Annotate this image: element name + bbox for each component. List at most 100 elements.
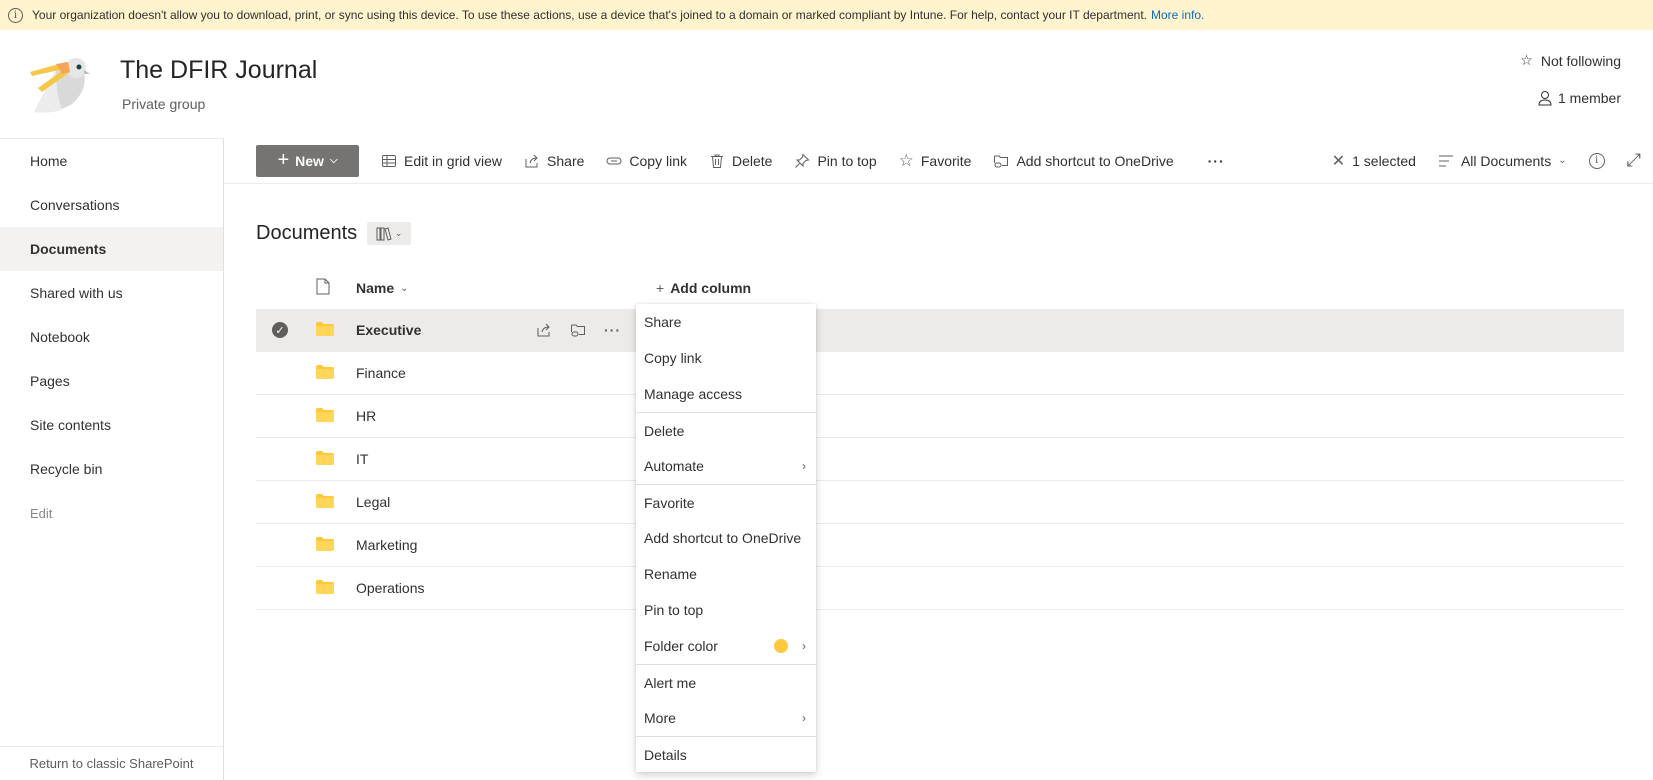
nav-item-notebook[interactable]: Notebook <box>0 315 223 359</box>
folder-name[interactable]: IT <box>356 451 368 467</box>
menu-label: Alert me <box>644 674 697 691</box>
menu-item-manage-access[interactable]: Manage access <box>636 376 816 412</box>
file-type-icon <box>316 278 330 295</box>
nav-item-shared-with-us[interactable]: Shared with us <box>0 271 223 315</box>
edit-grid-button[interactable]: Edit in grid view <box>381 153 502 169</box>
folder-name[interactable]: HR <box>356 408 376 424</box>
table-row[interactable]: HR <box>256 395 1624 438</box>
members-button[interactable]: 1 member <box>1538 90 1621 106</box>
plus-icon: + <box>277 149 290 171</box>
folder-name[interactable]: Legal <box>356 494 390 510</box>
menu-item-automate[interactable]: Automate › <box>636 448 816 484</box>
add-column-label: Add column <box>670 280 752 296</box>
delete-button[interactable]: Delete <box>709 153 772 169</box>
return-classic-link[interactable]: Return to classic SharePoint <box>0 746 223 780</box>
menu-item-more[interactable]: More › <box>636 700 816 736</box>
trash-icon <box>711 154 723 168</box>
menu-label: Favorite <box>644 494 695 511</box>
menu-item-folder-color[interactable]: Folder color › <box>636 628 816 664</box>
new-button[interactable]: + New ⌵ <box>256 144 359 177</box>
library-icon <box>376 226 392 241</box>
plus-icon: + <box>656 280 665 296</box>
name-header-label: Name <box>356 280 395 296</box>
copy-link-label: Copy link <box>629 152 687 169</box>
site-subtitle: Private group <box>122 96 206 112</box>
clear-selection-button[interactable]: ✕ 1 selected <box>1332 151 1416 171</box>
compliance-banner: i Your organization doesn't allow you to… <box>0 0 1653 30</box>
nav-label: Pages <box>30 373 70 389</box>
nav-edit-link[interactable]: Edit <box>0 491 223 535</box>
banner-message: Your organization doesn't allow you to d… <box>32 8 1147 22</box>
menu-item-share[interactable]: Share <box>636 304 816 340</box>
table-row[interactable]: Operations <box>256 567 1624 610</box>
edit-grid-label: Edit in grid view <box>404 152 503 169</box>
nav-label: Shared with us <box>30 285 123 301</box>
expand-icon[interactable]: ⤢ <box>1627 150 1641 171</box>
person-icon <box>1538 91 1552 106</box>
more-options-button[interactable]: ··· <box>1208 153 1225 169</box>
more-info-link[interactable]: More info. <box>1151 8 1204 22</box>
nav-label: Home <box>30 153 68 169</box>
menu-label: Details <box>644 746 687 763</box>
more-actions-icon[interactable]: ··· <box>604 322 621 338</box>
nav-item-pages[interactable]: Pages <box>0 359 223 403</box>
menu-item-details[interactable]: Details <box>636 736 816 772</box>
view-selector[interactable]: All Documents ⌄ <box>1438 153 1567 169</box>
folder-name[interactable]: Finance <box>356 365 406 381</box>
table-row[interactable]: Finance <box>256 352 1624 395</box>
chevron-down-icon: ⌄ <box>400 282 409 294</box>
folder-icon <box>316 494 334 508</box>
folder-name[interactable]: Operations <box>356 580 424 596</box>
chevron-down-icon: ⌄ <box>1558 155 1567 166</box>
chevron-right-icon: › <box>802 459 806 473</box>
new-label: New <box>295 152 324 169</box>
pin-icon <box>795 152 810 168</box>
add-shortcut-label: Add shortcut to OneDrive <box>1016 152 1174 169</box>
library-view-switcher[interactable]: ⌄ <box>367 222 412 245</box>
nav-label: Site contents <box>30 417 111 433</box>
menu-item-add-shortcut[interactable]: Add shortcut to OneDrive <box>636 520 816 556</box>
menu-item-delete[interactable]: Delete <box>636 412 816 448</box>
nav-item-site-contents[interactable]: Site contents <box>0 403 223 447</box>
share-label: Share <box>547 152 585 169</box>
chevron-down-icon: ⌄ <box>394 228 403 238</box>
share-icon[interactable] <box>536 322 552 338</box>
table-row[interactable]: Marketing <box>256 524 1624 567</box>
info-icon: i <box>8 7 23 23</box>
add-column-button[interactable]: + Add column <box>656 280 751 296</box>
menu-item-copy-link[interactable]: Copy link <box>636 340 816 376</box>
folder-icon <box>316 365 334 379</box>
share-button[interactable]: Share <box>524 153 584 169</box>
members-label: 1 member <box>1557 90 1621 106</box>
table-row[interactable]: Legal <box>256 481 1624 524</box>
copy-link-button[interactable]: Copy link <box>606 153 687 169</box>
folder-icon <box>316 580 334 594</box>
menu-item-alert-me[interactable]: Alert me <box>636 664 816 700</box>
info-pane-button[interactable]: i <box>1588 152 1605 169</box>
list-header: Name ⌄ + Add column <box>256 268 1624 308</box>
folder-name[interactable]: Executive <box>356 322 421 338</box>
pin-to-top-button[interactable]: Pin to top <box>794 152 877 169</box>
table-row[interactable]: IT <box>256 438 1624 481</box>
menu-item-rename[interactable]: Rename <box>636 556 816 592</box>
add-shortcut-button[interactable]: Add shortcut to OneDrive <box>993 152 1174 169</box>
menu-item-favorite[interactable]: Favorite <box>636 484 816 520</box>
nav-item-recycle-bin[interactable]: Recycle bin <box>0 447 223 491</box>
folder-name[interactable]: Marketing <box>356 537 417 553</box>
close-icon: ✕ <box>1331 152 1346 170</box>
nav-item-home[interactable]: Home <box>0 139 223 183</box>
nav-item-documents[interactable]: Documents <box>0 227 223 271</box>
name-column-header[interactable]: Name ⌄ <box>356 280 409 296</box>
nav-item-conversations[interactable]: Conversations <box>0 183 223 227</box>
add-shortcut-icon[interactable] <box>570 322 586 338</box>
follow-button[interactable]: ☆ Not following <box>1520 52 1621 69</box>
chevron-right-icon: › <box>802 711 806 725</box>
table-row[interactable]: ✓ Executive ··· <box>256 309 1624 352</box>
menu-item-pin-to-top[interactable]: Pin to top <box>636 592 816 628</box>
menu-label: Rename <box>644 566 697 582</box>
checkmark-icon[interactable]: ✓ <box>272 322 288 338</box>
view-options-icon <box>1438 155 1453 166</box>
favorite-button[interactable]: ☆ Favorite <box>899 151 972 171</box>
star-icon: ☆ <box>1520 52 1533 68</box>
folder-icon <box>316 537 334 551</box>
